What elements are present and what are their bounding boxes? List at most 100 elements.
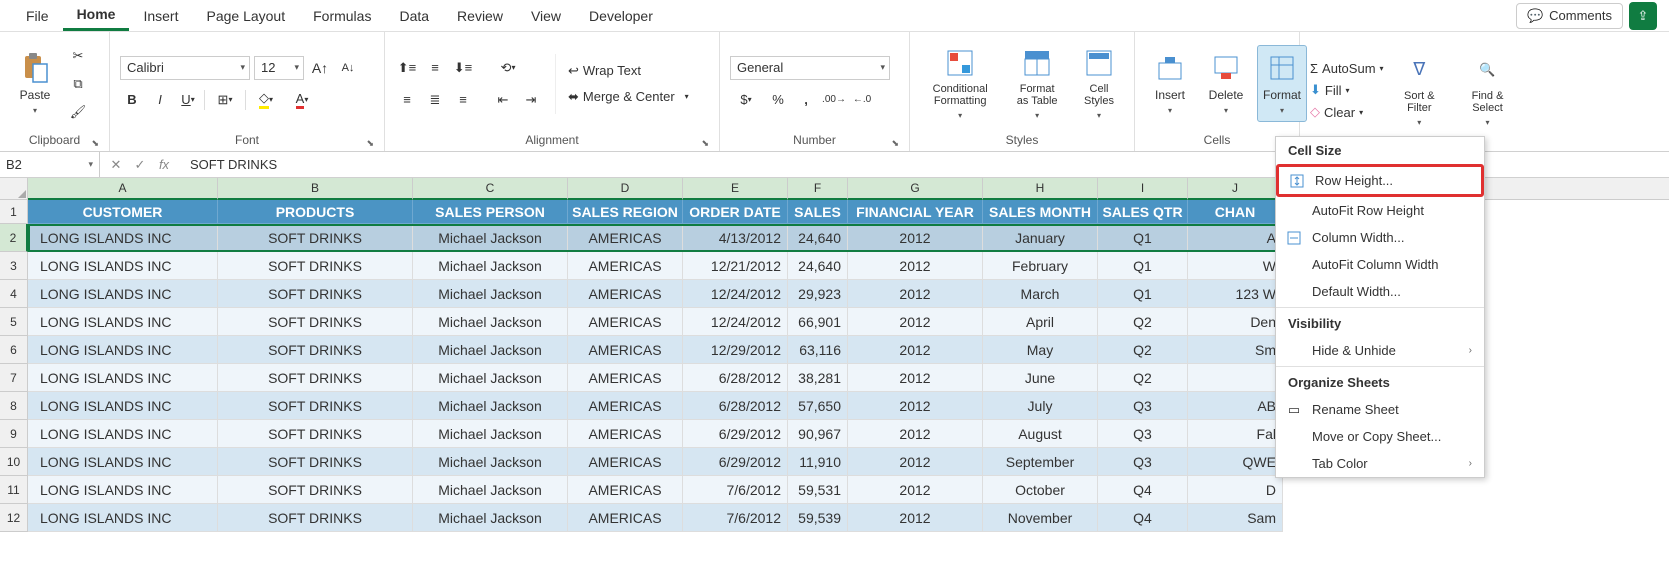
cell[interactable]: 7/6/2012 <box>683 476 788 504</box>
cell[interactable]: 2012 <box>848 448 983 476</box>
col-header-J[interactable]: J <box>1188 178 1283 200</box>
cell[interactable]: Michael Jackson <box>413 420 568 448</box>
row-header-8[interactable]: 8 <box>0 392 28 420</box>
col-header-E[interactable]: E <box>683 178 788 200</box>
format-painter-button[interactable]: 🖌 <box>66 100 90 124</box>
menu-row-height[interactable]: Row Height... <box>1276 164 1484 197</box>
menu-move-copy[interactable]: Move or Copy Sheet... <box>1276 423 1484 450</box>
row-header-6[interactable]: 6 <box>0 336 28 364</box>
cell[interactable]: 66,901 <box>788 308 848 336</box>
cell[interactable]: SOFT DRINKS <box>218 392 413 420</box>
autosum-button[interactable]: Σ AutoSum ▾ <box>1310 61 1384 76</box>
menu-hide-unhide[interactable]: Hide & Unhide› <box>1276 337 1484 364</box>
table-header[interactable]: SALES MONTH <box>983 200 1098 224</box>
enter-formula-button[interactable]: ✓ <box>130 155 150 175</box>
italic-button[interactable]: I <box>148 88 172 112</box>
cell[interactable]: AMERICAS <box>568 392 683 420</box>
tab-page-layout[interactable]: Page Layout <box>192 2 299 30</box>
cell[interactable]: 38,281 <box>788 364 848 392</box>
cell[interactable]: Q1 <box>1098 252 1188 280</box>
cell[interactable]: SOFT DRINKS <box>218 252 413 280</box>
cell[interactable]: Q2 <box>1098 364 1188 392</box>
cell[interactable]: 57,650 <box>788 392 848 420</box>
cell[interactable]: SOFT DRINKS <box>218 364 413 392</box>
cell[interactable]: AMERICAS <box>568 476 683 504</box>
cell[interactable]: 2012 <box>848 364 983 392</box>
cell[interactable]: 6/28/2012 <box>683 364 788 392</box>
cell[interactable]: Michael Jackson <box>413 308 568 336</box>
cell[interactable]: LONG ISLANDS INC <box>28 476 218 504</box>
orientation-button[interactable]: ⟲ ▾ <box>491 56 525 80</box>
row-header-1[interactable]: 1 <box>0 200 28 224</box>
cell[interactable]: 2012 <box>848 504 983 532</box>
cell[interactable]: Fal <box>1188 420 1283 448</box>
currency-button[interactable]: $ ▾ <box>730 88 762 112</box>
table-header[interactable]: SALES REGION <box>568 200 683 224</box>
cell[interactable]: February <box>983 252 1098 280</box>
delete-cells-button[interactable]: Delete▾ <box>1201 46 1251 121</box>
tab-review[interactable]: Review <box>443 2 517 30</box>
row-header-11[interactable]: 11 <box>0 476 28 504</box>
cell[interactable]: LONG ISLANDS INC <box>28 308 218 336</box>
col-header-C[interactable]: C <box>413 178 568 200</box>
cell-styles-button[interactable]: Cell Styles▾ <box>1074 41 1124 126</box>
name-box[interactable]: B2 ▾ <box>0 152 100 177</box>
cell[interactable]: AMERICAS <box>568 308 683 336</box>
col-header-I[interactable]: I <box>1098 178 1188 200</box>
menu-tab-color[interactable]: Tab Color› <box>1276 450 1484 477</box>
cell[interactable]: Michael Jackson <box>413 476 568 504</box>
decrease-indent-button[interactable]: ⇤ <box>491 88 515 112</box>
cell[interactable]: 7/6/2012 <box>683 504 788 532</box>
cell[interactable]: LONG ISLANDS INC <box>28 448 218 476</box>
cell[interactable]: A <box>1188 224 1283 252</box>
wrap-text-button[interactable]: ↩ Wrap Text <box>568 63 689 79</box>
merge-center-button[interactable]: ⬌ Merge & Center ▾ <box>568 89 689 105</box>
insert-cells-button[interactable]: Insert▾ <box>1145 46 1195 121</box>
cell[interactable]: AB <box>1188 392 1283 420</box>
cell[interactable]: 11,910 <box>788 448 848 476</box>
cell[interactable]: LONG ISLANDS INC <box>28 364 218 392</box>
increase-decimal-button[interactable]: .00→ <box>822 88 846 112</box>
underline-button[interactable]: U ▾ <box>176 88 200 112</box>
table-header[interactable]: CHAN <box>1188 200 1283 224</box>
decrease-font-button[interactable]: A↓ <box>336 56 360 80</box>
cell[interactable]: LONG ISLANDS INC <box>28 280 218 308</box>
table-header[interactable]: SALES PERSON <box>413 200 568 224</box>
cell[interactable]: Michael Jackson <box>413 504 568 532</box>
cell[interactable]: W <box>1188 252 1283 280</box>
cell[interactable]: AMERICAS <box>568 224 683 252</box>
number-format-select[interactable]: General <box>730 56 890 80</box>
fill-color-button[interactable]: ◇ ▾ <box>250 88 282 112</box>
font-color-button[interactable]: A ▾ <box>286 88 318 112</box>
cell[interactable]: SOFT DRINKS <box>218 308 413 336</box>
align-left-button[interactable]: ≡ <box>395 88 419 112</box>
cell[interactable]: May <box>983 336 1098 364</box>
tab-file[interactable]: File <box>12 2 63 30</box>
cell[interactable]: 12/29/2012 <box>683 336 788 364</box>
row-header-9[interactable]: 9 <box>0 420 28 448</box>
cell[interactable]: October <box>983 476 1098 504</box>
cell[interactable] <box>1188 364 1283 392</box>
cell[interactable]: LONG ISLANDS INC <box>28 252 218 280</box>
row-header-7[interactable]: 7 <box>0 364 28 392</box>
cell[interactable]: Q1 <box>1098 280 1188 308</box>
cell[interactable]: LONG ISLANDS INC <box>28 420 218 448</box>
cell[interactable]: SOFT DRINKS <box>218 420 413 448</box>
tab-view[interactable]: View <box>517 2 575 30</box>
cell[interactable]: AMERICAS <box>568 336 683 364</box>
clear-button[interactable]: ◇ Clear ▾ <box>1310 104 1384 120</box>
cell[interactable]: 6/29/2012 <box>683 420 788 448</box>
cell[interactable]: 4/13/2012 <box>683 224 788 252</box>
table-header[interactable]: SALES <box>788 200 848 224</box>
row-header-2[interactable]: 2 <box>0 224 28 252</box>
menu-autofit-col[interactable]: AutoFit Column Width <box>1276 251 1484 278</box>
row-header-10[interactable]: 10 <box>0 448 28 476</box>
borders-button[interactable]: ⊞ ▾ <box>209 88 241 112</box>
menu-autofit-row[interactable]: AutoFit Row Height <box>1276 197 1484 224</box>
col-header-B[interactable]: B <box>218 178 413 200</box>
font-name-select[interactable]: Calibri <box>120 56 250 80</box>
col-header-empty[interactable] <box>1483 178 1669 200</box>
cell[interactable]: Q2 <box>1098 308 1188 336</box>
cell[interactable]: Den <box>1188 308 1283 336</box>
fx-button[interactable]: fx <box>154 155 174 175</box>
